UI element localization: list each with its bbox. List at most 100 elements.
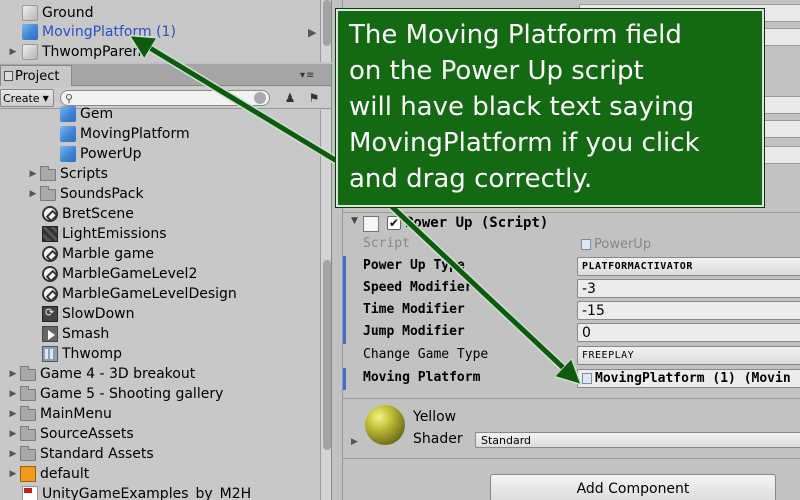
hierarchy-item-moving-platform[interactable]: MovingPlatform (1) [22,22,331,42]
list-item[interactable]: MarbleGameLevelDesign [42,284,237,304]
tab-project[interactable]: Project [0,65,72,86]
shader-dropdown[interactable]: Standard [475,432,800,448]
list-item-label: SourceAssets [40,426,134,442]
power-up-type-dropdown[interactable]: PLATFORMACTIVATOR [577,257,800,276]
list-item[interactable]: Gem [60,104,113,124]
modified-marker [343,256,346,278]
power-up-type-row: Power Up Type PLATFORMACTIVATOR [343,256,800,278]
project-scrollbar[interactable] [320,110,331,500]
component-header[interactable]: ▼ ✔ Power Up (Script) [343,212,800,234]
unity-scene-icon [42,206,58,222]
moving-platform-row: Moving Platform MovingPlatform (1) (Movi… [343,368,800,390]
tab-menu-icon[interactable]: ▾≡ [300,70,315,81]
speed-modifier-field[interactable]: -3 [577,279,800,298]
moving-platform-object-field[interactable]: MovingPlatform (1) (Movin [577,369,800,388]
speed-modifier-row: Speed Modifier -3 [343,278,800,300]
fold-arrow-icon[interactable]: ▶ [8,369,18,379]
script-field[interactable]: PowerUp [577,235,800,254]
change-game-type-dropdown[interactable]: FREEPLAY [577,346,800,365]
property-label: Power Up Type [363,258,465,273]
modified-marker [343,278,346,300]
material-preview-icon [365,405,405,445]
list-item-label: BretScene [62,206,134,222]
folder-icon [20,366,36,381]
fold-arrow-icon[interactable]: ▶ [8,469,18,479]
modified-marker [343,300,346,322]
list-item-label: LightEmissions [62,226,167,242]
unity-scene-icon [42,246,58,262]
list-item-label: SoundsPack [60,186,144,202]
project-toolbar: Create ▼ ⚲ ♟ ⚑ [0,87,331,109]
modified-marker [343,322,346,344]
clear-search-icon[interactable] [254,92,266,104]
fold-arrow-icon[interactable]: ▶ [28,189,38,199]
prefab-icon [60,106,76,122]
cube-blue-icon [22,24,38,40]
list-item[interactable]: ▶ Game 5 - Shooting gallery [8,384,223,404]
lighting-icon [42,226,58,242]
list-item[interactable]: MarbleGameLevel2 [42,264,197,284]
list-item-label: MarbleGameLevelDesign [62,286,237,302]
scrollbar-thumb[interactable] [323,260,331,450]
hierarchy-item-thwomp-parent[interactable]: ▶ ThwompParent [8,42,328,62]
list-item[interactable]: ▶ MainMenu [8,404,112,424]
fold-down-icon[interactable]: ▼ [351,216,358,226]
create-button[interactable]: Create ▼ [0,89,54,107]
add-component-button[interactable]: Add Component [490,474,776,500]
modified-marker [343,368,346,390]
list-item[interactable]: UnityGameExamples_by_M2H [22,484,251,500]
time-modifier-field[interactable]: -15 [577,301,800,320]
property-label: Script [363,236,410,251]
list-item-label: Marble game [62,246,154,262]
hierarchy-item-ground[interactable]: Ground [22,3,331,23]
list-item-label: UnityGameExamples_by_M2H [42,486,252,500]
fold-arrow-icon[interactable]: ▶ [28,169,38,179]
list-item[interactable]: BretScene [42,204,134,224]
fold-arrow-icon[interactable]: ▶ [8,409,18,419]
list-item[interactable]: ▶ SoundsPack [28,184,144,204]
property-label: Jump Modifier [363,324,465,339]
list-item[interactable]: Smash [42,324,109,344]
component-enabled-checkbox[interactable]: ✔ [387,216,401,230]
list-item-label: MarbleGameLevel2 [62,266,198,282]
filter-type-icon[interactable]: ♟ [282,91,298,105]
folder-icon [20,386,36,401]
list-item[interactable]: Thwomp [42,344,122,364]
folder-icon [20,426,36,441]
fold-arrow-icon[interactable]: ▶ [8,47,18,57]
list-item[interactable]: ▶ Game 4 - 3D breakout [8,364,195,384]
property-label: Time Modifier [363,302,465,317]
fold-arrow-icon[interactable]: ▶ [8,389,18,399]
list-item[interactable]: MovingPlatform [60,124,190,144]
cube-grey-icon [22,5,38,21]
list-item[interactable]: ▶ Standard Assets [8,444,154,464]
fold-arrow-icon[interactable]: ▶ [8,429,18,439]
script-component-icon [363,216,379,232]
project-panel: Project ▾≡ Create ▼ ⚲ ♟ ⚑ Gem MovingPlat… [0,64,332,500]
fold-right-icon[interactable]: ▶ [351,437,358,447]
project-tabbar: Project ▾≡ [0,64,331,86]
hierarchy-scrollbar[interactable] [320,0,331,62]
script-field-value: PowerUp [594,237,652,252]
list-item[interactable]: LightEmissions [42,224,167,244]
filter-label-icon[interactable]: ⚑ [306,91,322,105]
list-item[interactable]: Marble game [42,244,154,264]
list-item[interactable]: SlowDown [42,304,134,324]
list-item[interactable]: ▶ default [8,464,89,484]
unity-scene-icon [42,286,58,302]
list-item[interactable]: ▶ Scripts [28,164,108,184]
expand-right-icon[interactable]: ▶ [308,26,316,39]
divider [343,458,800,459]
folder-icon [40,166,56,181]
scrollbar-thumb[interactable] [323,0,331,46]
callout-text: The Moving Platform field on the Power U… [349,20,700,194]
list-item[interactable]: PowerUp [60,144,141,164]
fold-arrow-icon[interactable]: ▶ [8,449,18,459]
animation-icon [42,326,58,342]
list-item[interactable]: ▶ SourceAssets [8,424,134,444]
hierarchy-item-label: ThwompParent [42,44,147,60]
shader-label: Shader [413,431,463,447]
material-name: Yellow [413,409,457,425]
jump-modifier-field[interactable]: 0 [577,323,800,342]
hierarchy-panel: Ground MovingPlatform (1) ▶ ▶ ThwompPare… [0,0,332,62]
